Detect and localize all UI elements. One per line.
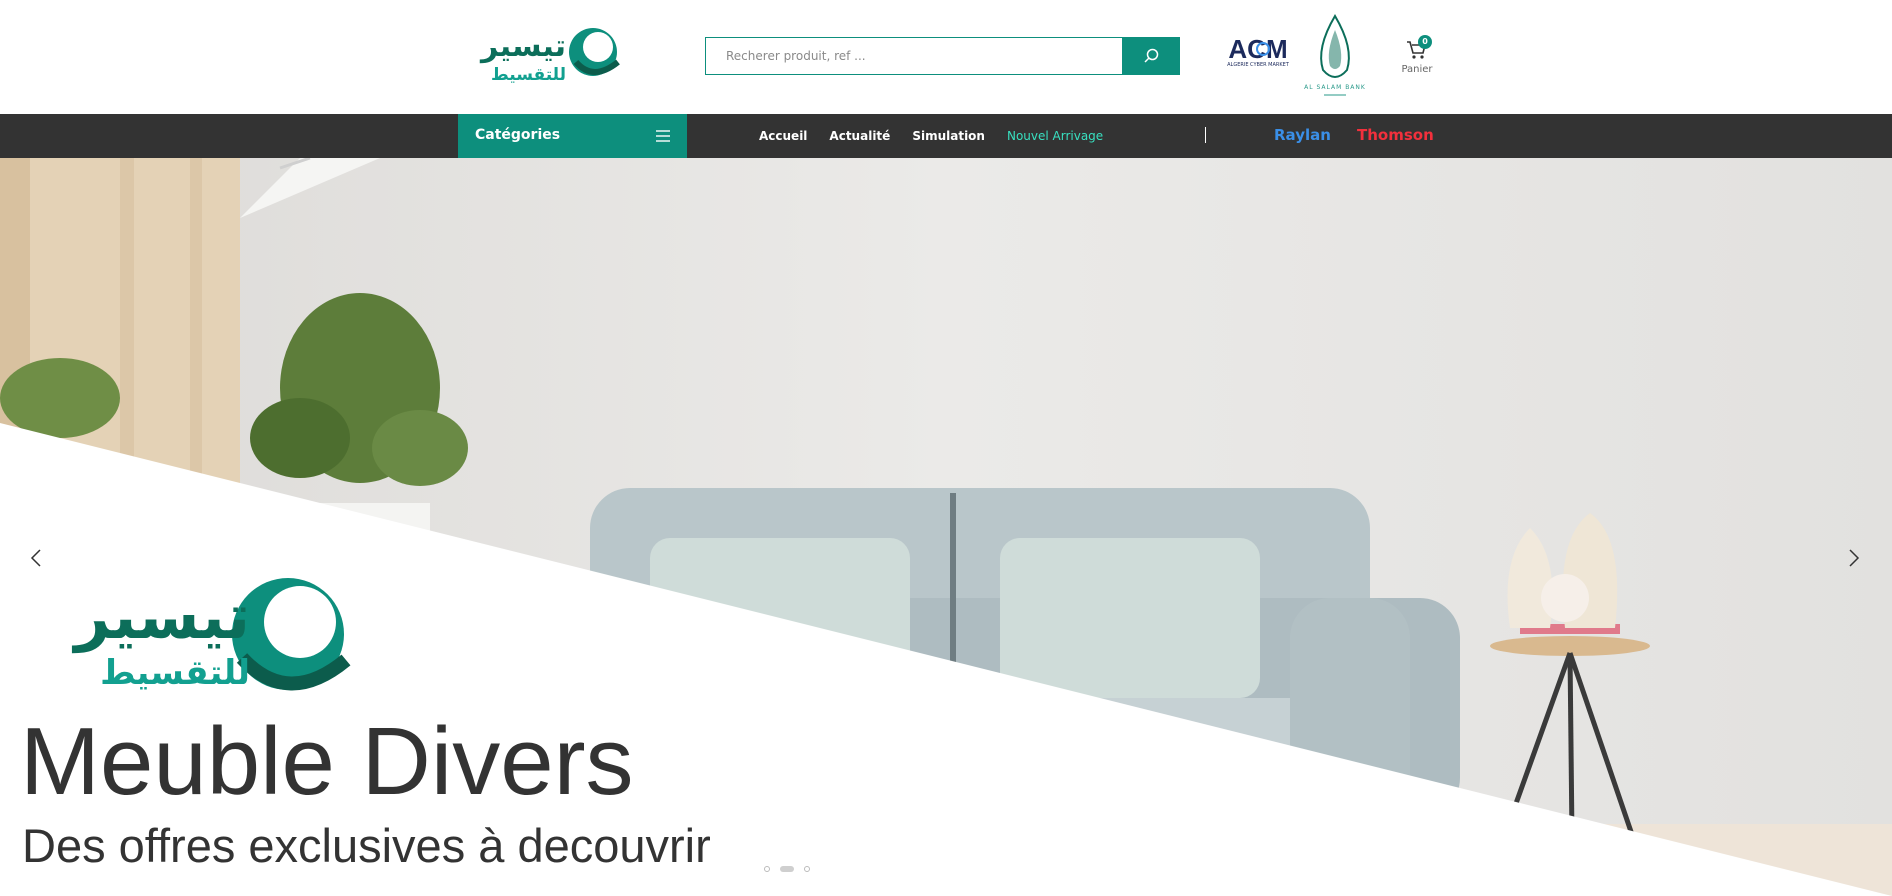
site-logo[interactable]: تيسير للتقسيط: [458, 22, 623, 86]
chevron-left-icon: [30, 549, 41, 567]
slider-prev-button[interactable]: [22, 538, 50, 578]
hamburger-menu-icon: [656, 130, 670, 142]
categories-menu-button[interactable]: Catégories: [458, 114, 687, 158]
brand-link-raylan[interactable]: Raylan: [1274, 126, 1331, 144]
slider-next-button[interactable]: [1840, 538, 1868, 578]
hero-title: Meuble Divers: [20, 708, 634, 815]
svg-text:تيسير: تيسير: [479, 29, 566, 64]
slider-dot-3[interactable]: [804, 866, 810, 872]
search-bar: [705, 37, 1180, 75]
search-input[interactable]: [706, 38, 1123, 74]
svg-text:ALGERIE CYBER MARKET: ALGERIE CYBER MARKET: [1227, 62, 1290, 68]
search-button[interactable]: [1122, 38, 1179, 74]
nav-links: Accueil Actualité Simulation Nouvel Arri…: [759, 114, 1125, 158]
acm-partner-logo[interactable]: ACM ALGERIE CYBER MARKET: [1222, 34, 1294, 68]
site-header: تيسير للتقسيط ACM ALGERIE CYBER MARKET A…: [0, 0, 1892, 114]
svg-text:تيسير: تيسير: [71, 580, 250, 653]
main-navbar: Catégories Accueil Actualité Simulation …: [0, 114, 1892, 158]
nav-link-accueil[interactable]: Accueil: [759, 129, 807, 143]
cart-button[interactable]: 0 Panier: [1400, 35, 1434, 78]
logo-mark: تيسير للتقسيط: [479, 28, 620, 85]
slider-dot-2[interactable]: [780, 866, 794, 872]
hero-brand-logo: تيسير للتقسيط: [30, 576, 366, 694]
cart-count-badge: 0: [1418, 35, 1432, 49]
chevron-right-icon: [1849, 549, 1860, 567]
al-salam-bank-logo[interactable]: AL SALAM BANK: [1298, 12, 1372, 98]
nav-link-simulation[interactable]: Simulation: [912, 129, 985, 143]
brand-link-thomson[interactable]: Thomson: [1357, 126, 1434, 144]
acm-logo-mark: ACM ALGERIE CYBER MARKET: [1227, 34, 1290, 68]
svg-text:AL SALAM BANK: AL SALAM BANK: [1304, 84, 1366, 91]
al-salam-bank-logo-mark: AL SALAM BANK: [1304, 14, 1366, 96]
search-icon: [1143, 48, 1158, 63]
svg-text:للتقسيط: للتقسيط: [491, 65, 566, 85]
nav-link-actualite[interactable]: Actualité: [829, 129, 890, 143]
nav-link-nouvel-arrivage[interactable]: Nouvel Arrivage: [1007, 129, 1103, 143]
hero-logo-mark: تيسير للتقسيط: [71, 578, 351, 693]
nav-divider: [1205, 127, 1206, 143]
slider-pagination: [764, 866, 820, 872]
slider-dot-1[interactable]: [764, 866, 770, 872]
hero-subtitle: Des offres exclusives à decouvrir: [22, 819, 711, 872]
cart-label: Panier: [1401, 64, 1433, 75]
svg-text:للتقسيط: للتقسيط: [100, 653, 250, 693]
categories-label: Catégories: [475, 127, 561, 143]
hero-slider: تيسير للتقسيط Meuble Divers Des offres e…: [0, 158, 1892, 896]
